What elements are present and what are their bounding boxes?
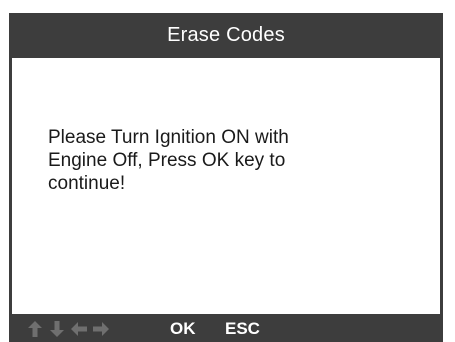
ok-key[interactable]: OK	[170, 318, 196, 340]
arrow-right-icon[interactable]	[92, 320, 110, 338]
arrow-up-icon[interactable]	[26, 320, 44, 338]
screen-title: Erase Codes	[167, 24, 285, 46]
message-panel: Please Turn Ignition ON with Engine Off,…	[12, 58, 440, 314]
navigation-arrows	[26, 318, 110, 340]
arrow-left-icon[interactable]	[70, 320, 88, 338]
title-bar: Erase Codes	[9, 13, 443, 58]
arrow-down-icon[interactable]	[48, 320, 66, 338]
instruction-message: Please Turn Ignition ON with Engine Off,…	[48, 127, 289, 194]
soft-key-bar: OK ESC	[9, 314, 443, 342]
esc-key[interactable]: ESC	[225, 318, 260, 340]
device-screen: Erase Codes Please Turn Ignition ON with…	[9, 13, 443, 342]
